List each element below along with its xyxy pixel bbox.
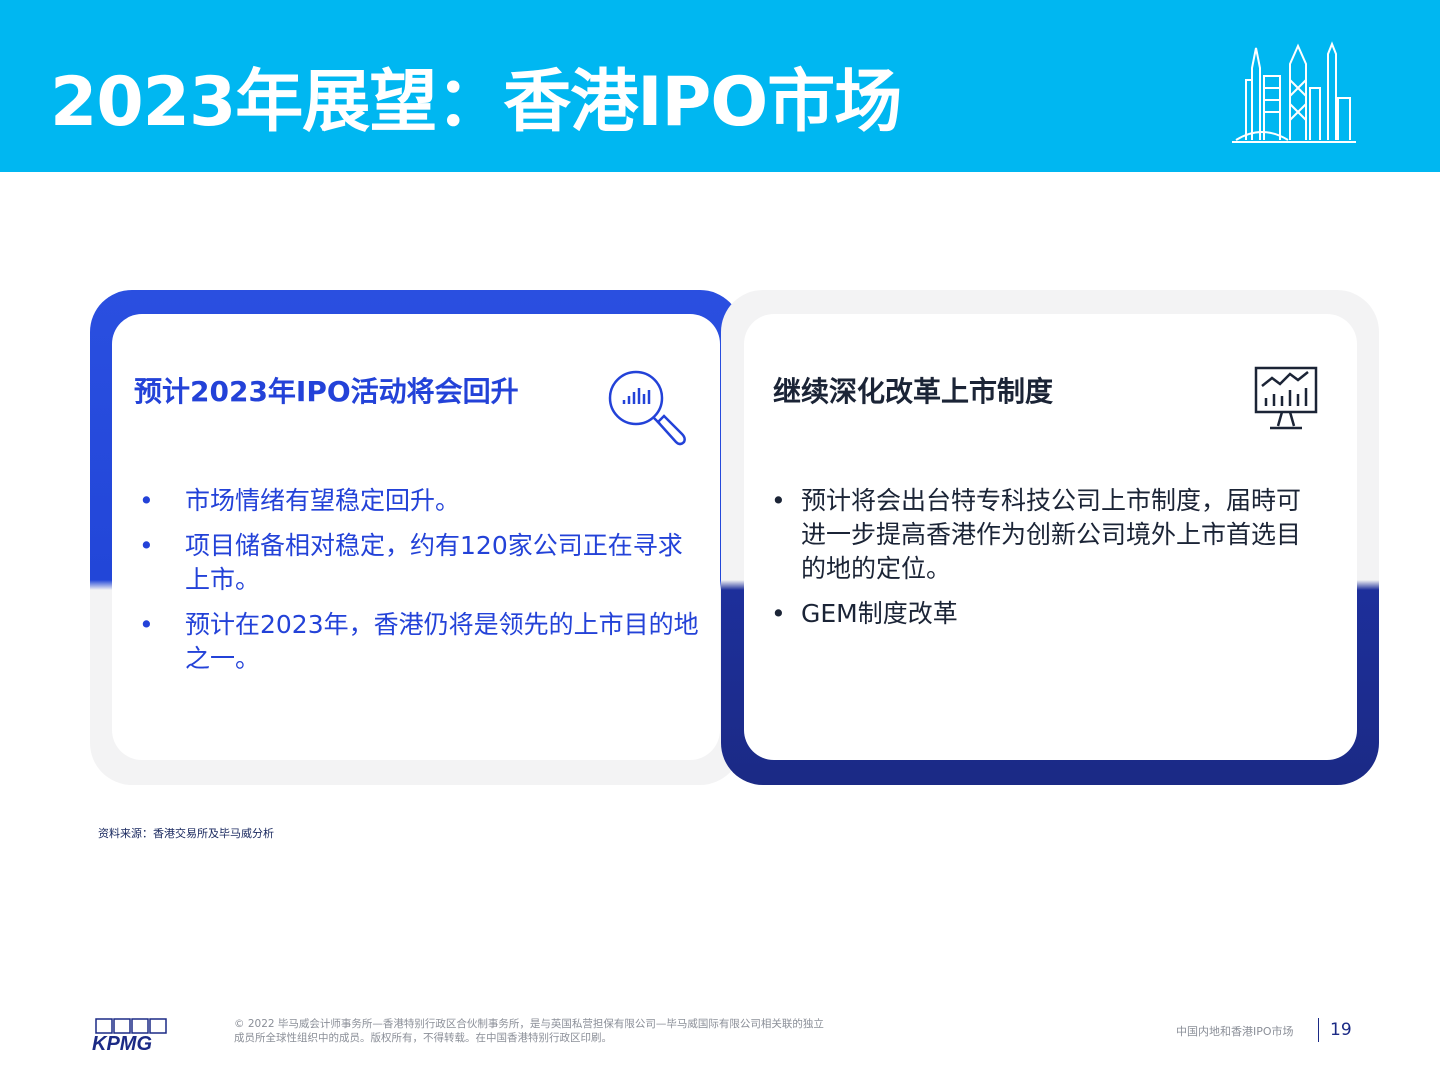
list-item: • 预计将会出台特专科技公司上市制度，届時可进一步提高香港作为创新公司境外上市首选… bbox=[771, 484, 1321, 586]
list-item-text: GEM制度改革 bbox=[801, 599, 958, 628]
listing-reform-bullet-list: • 预计将会出台特专科技公司上市制度，届時可进一步提高香港作为创新公司境外上市首选… bbox=[771, 484, 1321, 642]
magnifier-chart-icon bbox=[608, 370, 686, 446]
monitor-chart-icon bbox=[1254, 366, 1318, 430]
source-note: 资料来源：香港交易所及毕马威分析 bbox=[98, 827, 274, 840]
list-item-text: 预计将会出台特专科技公司上市制度，届時可进一步提高香港作为创新公司境外上市首选目… bbox=[801, 486, 1302, 583]
list-item-text: 预计在2023年，香港仍将是领先的上市目的地之一。 bbox=[185, 610, 699, 673]
report-name: 中国内地和香港IPO市场 bbox=[1176, 1025, 1294, 1038]
list-item: • 预计在2023年，香港仍将是领先的上市目的地之一。 bbox=[139, 608, 705, 676]
list-item-text: 市场情绪有望稳定回升。 bbox=[185, 486, 461, 515]
bullet-marker: • bbox=[139, 486, 154, 515]
header-banner: 2023年展望：香港IPO市场 bbox=[0, 0, 1440, 172]
list-item-text: 项目储备相对稳定，约有120家公司正在寻求上市。 bbox=[185, 531, 683, 594]
bullet-marker: • bbox=[771, 486, 786, 515]
bullet-marker: • bbox=[771, 599, 786, 628]
page-number: 19 bbox=[1330, 1020, 1352, 1040]
logo-text: KPMG bbox=[92, 1033, 152, 1052]
footer-divider bbox=[1318, 1018, 1319, 1042]
list-item: • 项目储备相对稳定，约有120家公司正在寻求上市。 bbox=[139, 529, 705, 597]
card-ipo-outlook-title: 预计2023年IPO活动将会回升 bbox=[134, 375, 519, 408]
ipo-outlook-bullet-list: • 市场情绪有望稳定回升。 • 项目储备相对稳定，约有120家公司正在寻求上市。 •… bbox=[139, 484, 705, 687]
bullet-marker: • bbox=[139, 610, 154, 639]
bullet-marker: • bbox=[139, 531, 154, 560]
page-title: 2023年展望：香港IPO市场 bbox=[50, 63, 902, 142]
card-listing-reform-title: 继续深化改革上市制度 bbox=[773, 375, 1054, 408]
hong-kong-skyline-icon bbox=[1232, 41, 1356, 143]
list-item: • 市场情绪有望稳定回升。 bbox=[139, 484, 705, 518]
kpmg-logo: KPMG bbox=[92, 1018, 167, 1052]
list-item: • GEM制度改革 bbox=[771, 597, 1321, 631]
copyright-notice: © 2022 毕马威会计师事务所—香港特别行政区合伙制事务所，是与英国私营担保有… bbox=[234, 1018, 824, 1044]
